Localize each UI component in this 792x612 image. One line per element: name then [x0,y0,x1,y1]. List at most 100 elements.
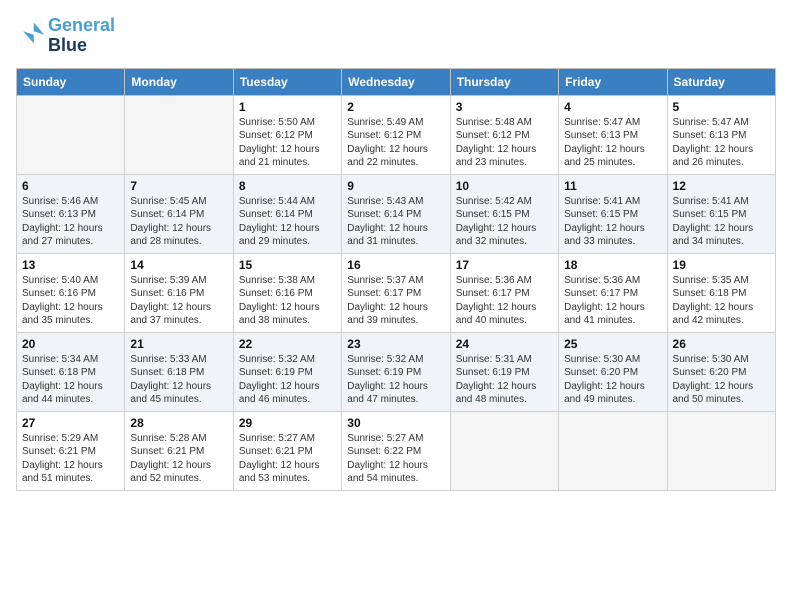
calendar-cell: 8 Sunrise: 5:44 AM Sunset: 6:14 PM Daylig… [233,174,341,253]
day-info: Sunrise: 5:35 AM Sunset: 6:18 PM Dayligh… [673,274,770,328]
day-number: 4 [564,100,661,114]
weekday-header: Monday [125,68,233,95]
calendar-cell: 21 Sunrise: 5:33 AM Sunset: 6:18 PM Dayli… [125,332,233,411]
weekday-header: Wednesday [342,68,450,95]
day-number: 29 [239,416,336,430]
day-info: Sunrise: 5:45 AM Sunset: 6:14 PM Dayligh… [130,195,227,249]
calendar-table: SundayMondayTuesdayWednesdayThursdayFrid… [16,68,776,491]
day-number: 3 [456,100,553,114]
day-info: Sunrise: 5:40 AM Sunset: 6:16 PM Dayligh… [22,274,119,328]
day-number: 28 [130,416,227,430]
calendar-cell: 27Sunrise: 5:29 AM Sunset: 6:21 PM Dayli… [17,411,125,490]
calendar-cell [17,95,125,174]
day-info: Sunrise: 5:31 AM Sunset: 6:19 PM Dayligh… [456,353,553,407]
day-number: 30 [347,416,444,430]
calendar-cell: 17Sunrise: 5:36 AM Sunset: 6:17 PM Dayli… [450,253,558,332]
day-info: Sunrise: 5:46 AM Sunset: 6:13 PM Dayligh… [22,195,119,249]
weekday-header: Sunday [17,68,125,95]
day-number: 2 [347,100,444,114]
weekday-header: Saturday [667,68,775,95]
day-number: 27 [22,416,119,430]
day-number: 19 [673,258,770,272]
calendar-cell [667,411,775,490]
day-info: Sunrise: 5:48 AM Sunset: 6:12 PM Dayligh… [456,116,553,170]
calendar-week-row: 6 Sunrise: 5:46 AM Sunset: 6:13 PM Daylig… [17,174,776,253]
calendar-cell: 9 Sunrise: 5:43 AM Sunset: 6:14 PM Daylig… [342,174,450,253]
day-number: 10 [456,179,553,193]
day-info: Sunrise: 5:41 AM Sunset: 6:15 PM Dayligh… [564,195,661,249]
day-number: 21 [130,337,227,351]
day-number: 24 [456,337,553,351]
calendar-cell: 20 Sunrise: 5:34 AM Sunset: 6:18 PM Dayli… [17,332,125,411]
weekday-header: Friday [559,68,667,95]
day-info: Sunrise: 5:37 AM Sunset: 6:17 PM Dayligh… [347,274,444,328]
logo-text: GeneralBlue [48,16,115,56]
day-number: 15 [239,258,336,272]
calendar-cell: 30 Sunrise: 5:27 AM Sunset: 6:22 PM Dayli… [342,411,450,490]
calendar-week-row: 20 Sunrise: 5:34 AM Sunset: 6:18 PM Dayli… [17,332,776,411]
day-info: Sunrise: 5:33 AM Sunset: 6:18 PM Dayligh… [130,353,227,407]
calendar-week-row: 13 Sunrise: 5:40 AM Sunset: 6:16 PM Dayli… [17,253,776,332]
calendar-cell: 25 Sunrise: 5:30 AM Sunset: 6:20 PM Dayli… [559,332,667,411]
day-number: 14 [130,258,227,272]
day-number: 16 [347,258,444,272]
calendar-cell: 16 Sunrise: 5:37 AM Sunset: 6:17 PM Dayli… [342,253,450,332]
calendar-cell: 22Sunrise: 5:32 AM Sunset: 6:19 PM Dayli… [233,332,341,411]
day-number: 5 [673,100,770,114]
day-number: 8 [239,179,336,193]
day-number: 17 [456,258,553,272]
day-info: Sunrise: 5:34 AM Sunset: 6:18 PM Dayligh… [22,353,119,407]
day-info: Sunrise: 5:39 AM Sunset: 6:16 PM Dayligh… [130,274,227,328]
day-number: 11 [564,179,661,193]
logo-icon [18,19,46,47]
day-number: 9 [347,179,444,193]
calendar-cell: 29Sunrise: 5:27 AM Sunset: 6:21 PM Dayli… [233,411,341,490]
day-number: 12 [673,179,770,193]
page-header: GeneralBlue [16,16,776,56]
day-number: 1 [239,100,336,114]
day-info: Sunrise: 5:47 AM Sunset: 6:13 PM Dayligh… [564,116,661,170]
calendar-cell: 28Sunrise: 5:28 AM Sunset: 6:21 PM Dayli… [125,411,233,490]
calendar-cell: 15Sunrise: 5:38 AM Sunset: 6:16 PM Dayli… [233,253,341,332]
day-info: Sunrise: 5:49 AM Sunset: 6:12 PM Dayligh… [347,116,444,170]
calendar-header-row: SundayMondayTuesdayWednesdayThursdayFrid… [17,68,776,95]
logo: GeneralBlue [16,16,115,56]
day-number: 22 [239,337,336,351]
day-number: 20 [22,337,119,351]
calendar-cell: 5 Sunrise: 5:47 AM Sunset: 6:13 PM Daylig… [667,95,775,174]
calendar-cell: 7 Sunrise: 5:45 AM Sunset: 6:14 PM Daylig… [125,174,233,253]
calendar-cell: 1 Sunrise: 5:50 AM Sunset: 6:12 PM Daylig… [233,95,341,174]
day-number: 7 [130,179,227,193]
calendar-cell [125,95,233,174]
calendar-cell: 18 Sunrise: 5:36 AM Sunset: 6:17 PM Dayli… [559,253,667,332]
day-number: 23 [347,337,444,351]
weekday-header: Tuesday [233,68,341,95]
day-info: Sunrise: 5:44 AM Sunset: 6:14 PM Dayligh… [239,195,336,249]
day-info: Sunrise: 5:43 AM Sunset: 6:14 PM Dayligh… [347,195,444,249]
day-info: Sunrise: 5:32 AM Sunset: 6:19 PM Dayligh… [347,353,444,407]
day-number: 13 [22,258,119,272]
calendar-cell: 13 Sunrise: 5:40 AM Sunset: 6:16 PM Dayli… [17,253,125,332]
calendar-cell: 2 Sunrise: 5:49 AM Sunset: 6:12 PM Daylig… [342,95,450,174]
weekday-header: Thursday [450,68,558,95]
calendar-cell: 12Sunrise: 5:41 AM Sunset: 6:15 PM Dayli… [667,174,775,253]
calendar-cell: 10 Sunrise: 5:42 AM Sunset: 6:15 PM Dayli… [450,174,558,253]
day-info: Sunrise: 5:50 AM Sunset: 6:12 PM Dayligh… [239,116,336,170]
day-number: 25 [564,337,661,351]
day-info: Sunrise: 5:47 AM Sunset: 6:13 PM Dayligh… [673,116,770,170]
calendar-cell: 4 Sunrise: 5:47 AM Sunset: 6:13 PM Daylig… [559,95,667,174]
calendar-cell: 19 Sunrise: 5:35 AM Sunset: 6:18 PM Dayli… [667,253,775,332]
day-number: 26 [673,337,770,351]
calendar-cell: 11 Sunrise: 5:41 AM Sunset: 6:15 PM Dayli… [559,174,667,253]
day-info: Sunrise: 5:27 AM Sunset: 6:22 PM Dayligh… [347,432,444,486]
day-info: Sunrise: 5:36 AM Sunset: 6:17 PM Dayligh… [564,274,661,328]
calendar-cell [559,411,667,490]
day-info: Sunrise: 5:42 AM Sunset: 6:15 PM Dayligh… [456,195,553,249]
day-number: 6 [22,179,119,193]
calendar-cell: 6 Sunrise: 5:46 AM Sunset: 6:13 PM Daylig… [17,174,125,253]
calendar-cell [450,411,558,490]
day-info: Sunrise: 5:30 AM Sunset: 6:20 PM Dayligh… [564,353,661,407]
calendar-cell: 3 Sunrise: 5:48 AM Sunset: 6:12 PM Daylig… [450,95,558,174]
day-number: 18 [564,258,661,272]
calendar-cell: 24 Sunrise: 5:31 AM Sunset: 6:19 PM Dayli… [450,332,558,411]
